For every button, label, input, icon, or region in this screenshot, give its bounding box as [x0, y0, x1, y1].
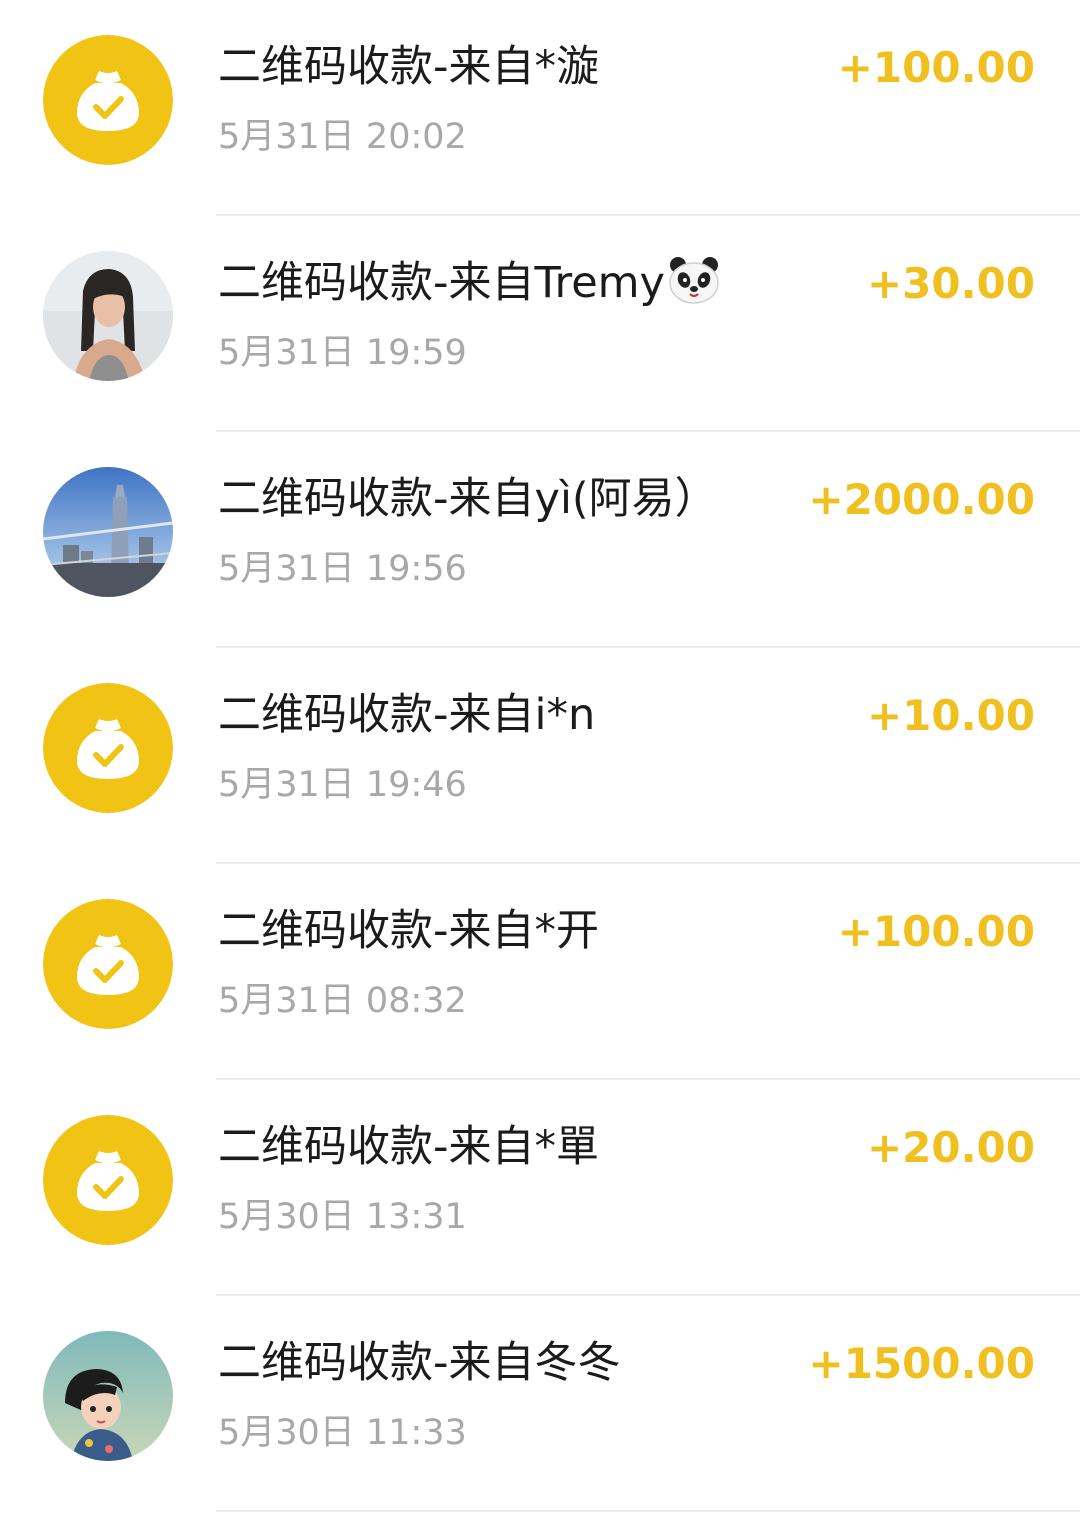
transaction-row[interactable]: 二维码收款-来自yì(阿易） 5月31日 19:56 +2000.00 [0, 432, 1080, 648]
transaction-amount: +2000.00 [808, 475, 1036, 524]
transaction-amount: +10.00 [866, 691, 1035, 740]
transaction-list: 二维码收款-来自*漩 5月31日 20:02 +100.00 二维码收款-来自T… [0, 0, 1080, 1516]
user-avatar-photo [43, 251, 173, 381]
transaction-title: 二维码收款-来自冬冬 [218, 1338, 621, 1388]
transaction-row[interactable]: 二维码收款-来自*單 5月30日 13:31 +20.00 [0, 1080, 1080, 1296]
transaction-title: 二维码收款-来自*漩 [218, 42, 600, 92]
transaction-title: 二维码收款-来自Tremy [218, 254, 721, 320]
transaction-row[interactable]: 二维码收款-来自Tremy 5月31日 19:59 +30.00 [0, 216, 1080, 432]
transaction-time: 5月30日 13:31 [218, 1197, 467, 1237]
transaction-title: 二维码收款-来自i*n [218, 690, 596, 740]
user-avatar-photo [43, 467, 173, 597]
transaction-row[interactable]: 二维码收款-来自i*n 5月31日 19:46 +10.00 [0, 648, 1080, 864]
transaction-amount: +100.00 [837, 907, 1035, 956]
panda-face-icon [667, 255, 721, 320]
transaction-row[interactable]: 二维码收款-来自*漩 5月31日 20:02 +100.00 [0, 0, 1080, 216]
transaction-time: 5月31日 19:56 [218, 549, 467, 589]
transaction-time: 5月31日 19:59 [218, 333, 467, 373]
money-bag-icon [43, 1115, 173, 1245]
user-avatar-photo [43, 1331, 173, 1461]
transaction-row[interactable]: 二维码收款-来自冬冬 5月30日 11:33 +1500.00 [0, 1296, 1080, 1512]
transaction-time: 5月31日 19:46 [218, 765, 467, 805]
transaction-amount: +100.00 [837, 43, 1035, 92]
transaction-row[interactable]: 二维码收款-来自*开 5月31日 08:32 +100.00 [0, 864, 1080, 1080]
transaction-title: 二维码收款-来自yì(阿易） [218, 474, 718, 524]
transaction-amount: +30.00 [866, 259, 1035, 308]
transaction-time: 5月31日 08:32 [218, 981, 467, 1021]
transaction-time: 5月30日 11:33 [218, 1413, 467, 1453]
money-bag-icon [43, 899, 173, 1029]
money-bag-icon [43, 35, 173, 165]
transaction-title: 二维码收款-来自*單 [218, 1122, 600, 1172]
transaction-amount: +20.00 [866, 1123, 1035, 1172]
money-bag-icon [43, 683, 173, 813]
transaction-amount: +1500.00 [808, 1339, 1036, 1388]
divider [216, 1510, 1080, 1512]
transaction-title: 二维码收款-来自*开 [218, 906, 600, 956]
transaction-time: 5月31日 20:02 [218, 117, 467, 157]
